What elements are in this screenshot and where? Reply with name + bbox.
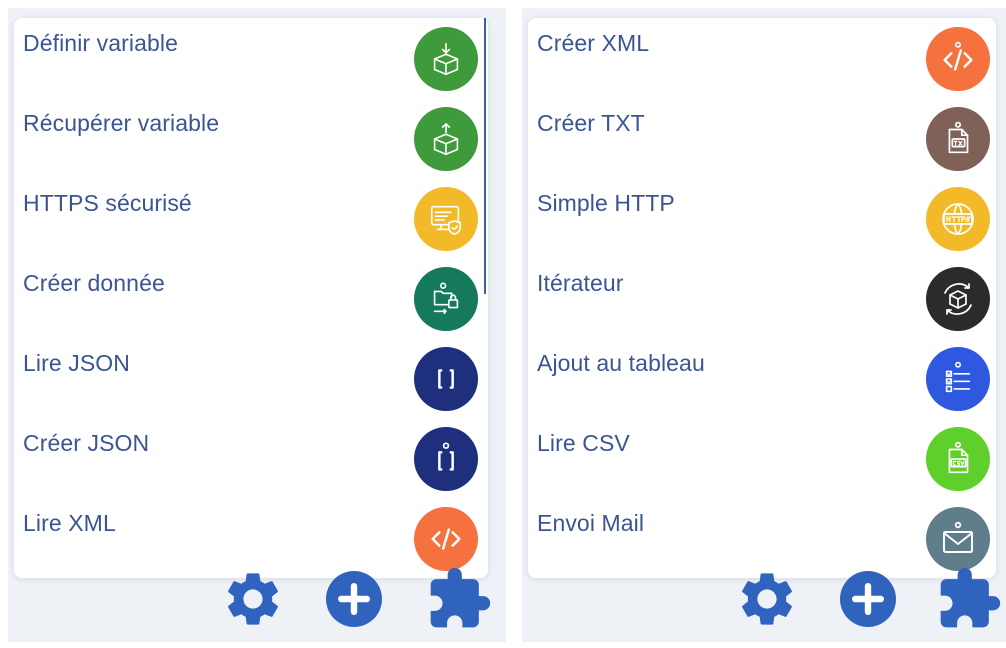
node-item-simple-http[interactable]: Simple HTTP	[528, 178, 996, 258]
node-item-creer-json[interactable]: Créer JSON	[14, 418, 488, 498]
http-globe-icon	[926, 187, 990, 251]
txt-file-icon	[926, 107, 990, 171]
left-node-list: Définir variable Récupérer variable HTTP…	[14, 18, 488, 578]
box-up-icon	[414, 107, 478, 171]
node-item-iterateur[interactable]: Itérateur	[528, 258, 996, 338]
node-item-creer-donnee[interactable]: Créer donnée	[14, 258, 488, 338]
json-braces-icon	[414, 347, 478, 411]
node-item-label: HTTPS sécurisé	[23, 190, 192, 216]
node-item-lire-csv[interactable]: Lire CSV	[528, 418, 996, 498]
node-item-creer-xml[interactable]: Créer XML	[528, 18, 996, 98]
right-panel: Créer XML Créer TXT Simple HTTP Itérateu…	[522, 8, 1006, 642]
add-button[interactable]	[833, 564, 903, 634]
left-panel: Définir variable Récupérer variable HTTP…	[8, 8, 506, 642]
puzzle-icon	[430, 567, 491, 628]
node-item-label: Récupérer variable	[23, 110, 220, 136]
node-item-label: Créer TXT	[537, 110, 645, 136]
node-item-label: Lire JSON	[23, 350, 130, 376]
puzzle-icon	[940, 567, 1001, 628]
node-item-ajout-au-tableau[interactable]: Ajout au tableau	[528, 338, 996, 418]
node-item-label: Ajout au tableau	[537, 350, 705, 376]
node-item-recuperer-variable[interactable]: Récupérer variable	[14, 98, 488, 178]
box-down-icon	[414, 27, 478, 91]
node-item-label: Créer JSON	[23, 430, 150, 456]
checklist-icon	[926, 347, 990, 411]
secure-monitor-icon	[414, 187, 478, 251]
right-node-list: Créer XML Créer TXT Simple HTTP Itérateu…	[528, 18, 996, 578]
xml-code-icon	[926, 27, 990, 91]
folder-lock-icon	[414, 267, 478, 331]
node-item-label: Lire CSV	[537, 430, 630, 456]
node-item-creer-txt[interactable]: Créer TXT	[528, 98, 996, 178]
node-item-label: Simple HTTP	[537, 190, 675, 216]
settings-button[interactable]	[732, 564, 802, 634]
node-item-label: Envoi Mail	[537, 510, 645, 536]
plugins-button[interactable]	[934, 564, 1004, 634]
node-item-definir-variable[interactable]: Définir variable	[14, 18, 488, 98]
plus-circle-icon	[326, 571, 382, 627]
gear-icon	[742, 573, 792, 625]
node-item-label: Itérateur	[537, 270, 624, 296]
node-item-label: Créer XML	[537, 30, 650, 56]
iterator-cube-icon	[926, 267, 990, 331]
node-item-label: Définir variable	[23, 30, 178, 56]
gear-icon	[228, 573, 278, 625]
mail-icon	[926, 507, 990, 571]
node-item-label: Créer donnée	[23, 270, 165, 296]
plus-circle-icon	[840, 571, 896, 627]
settings-button[interactable]	[218, 564, 288, 634]
plugins-button[interactable]	[424, 564, 494, 634]
csv-file-icon	[926, 427, 990, 491]
json-create-icon	[414, 427, 478, 491]
node-item-label: Lire XML	[23, 510, 116, 536]
xml-code-icon	[414, 507, 478, 571]
add-button[interactable]	[319, 564, 389, 634]
node-item-lire-json[interactable]: Lire JSON	[14, 338, 488, 418]
node-item-https-securise[interactable]: HTTPS sécurisé	[14, 178, 488, 258]
list-scrollbar[interactable]	[484, 18, 486, 294]
